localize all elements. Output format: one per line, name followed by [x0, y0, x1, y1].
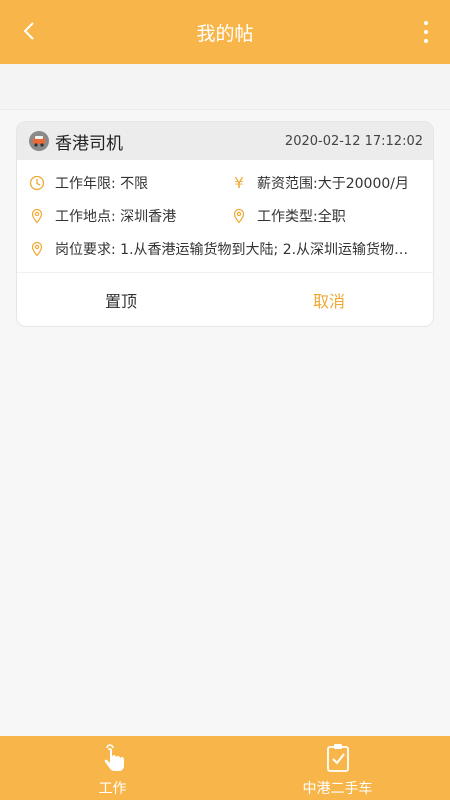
post-card[interactable]: 香港司机 2020-02-12 17:12:02 工作年限: 不限 ¥ 薪资范围… [16, 121, 434, 327]
more-button[interactable] [416, 12, 436, 52]
yen-icon: ¥ [234, 173, 244, 192]
post-row-3: 岗位要求: 1.从香港运输货物到大陆; 2.从深圳运输货物到香港 [29, 232, 421, 265]
chevron-left-icon [23, 22, 34, 40]
back-button[interactable] [14, 14, 44, 48]
car-icon [29, 131, 49, 151]
filter-strip [0, 64, 450, 110]
post-time: 2020-02-12 17:12:02 [284, 133, 423, 149]
tab-work-label: 工作 [98, 781, 127, 797]
tab-used-cars-label: 中港二手车 [302, 781, 373, 797]
job-type-cell: 工作类型:全职 [231, 206, 421, 226]
clipboard-check-icon [326, 744, 349, 772]
job-type-text: 工作类型:全职 [257, 208, 346, 225]
page-title: 我的帖 [196, 22, 254, 45]
cancel-button[interactable]: 取消 [225, 273, 433, 326]
tab-used-cars[interactable]: 中港二手车 [225, 736, 450, 800]
pin-button[interactable]: 置顶 [17, 273, 225, 326]
clock-icon [29, 175, 45, 190]
experience-cell: 工作年限: 不限 [29, 173, 231, 193]
hand-tap-icon [104, 744, 124, 771]
location-pin-icon [31, 208, 43, 223]
post-row-2: 工作地点: 深圳香港 工作类型:全职 [29, 199, 421, 232]
post-title: 香港司机 [55, 133, 123, 154]
bottom-tab-bar: 工作 中港二手车 [0, 736, 450, 800]
requirements-text: 岗位要求: 1.从香港运输货物到大陆; 2.从深圳运输货物到香港 [55, 241, 421, 258]
location-pin-icon [31, 241, 43, 256]
more-vertical-icon [424, 21, 428, 25]
tab-work[interactable]: 工作 [0, 736, 225, 800]
location-cell: 工作地点: 深圳香港 [29, 206, 231, 226]
post-actions: 置顶 取消 [17, 272, 433, 326]
top-bar: 我的帖 [0, 0, 450, 64]
post-card-header: 香港司机 2020-02-12 17:12:02 [17, 122, 433, 160]
salary-cell: ¥ 薪资范围:大于20000/月 [231, 173, 421, 193]
post-row-1: 工作年限: 不限 ¥ 薪资范围:大于20000/月 [29, 166, 421, 199]
salary-text: 薪资范围:大于20000/月 [257, 175, 409, 192]
location-text: 工作地点: 深圳香港 [55, 208, 177, 225]
location-pin-icon [233, 208, 245, 223]
requirements-cell: 岗位要求: 1.从香港运输货物到大陆; 2.从深圳运输货物到香港 [29, 239, 421, 259]
experience-text: 工作年限: 不限 [55, 175, 149, 192]
